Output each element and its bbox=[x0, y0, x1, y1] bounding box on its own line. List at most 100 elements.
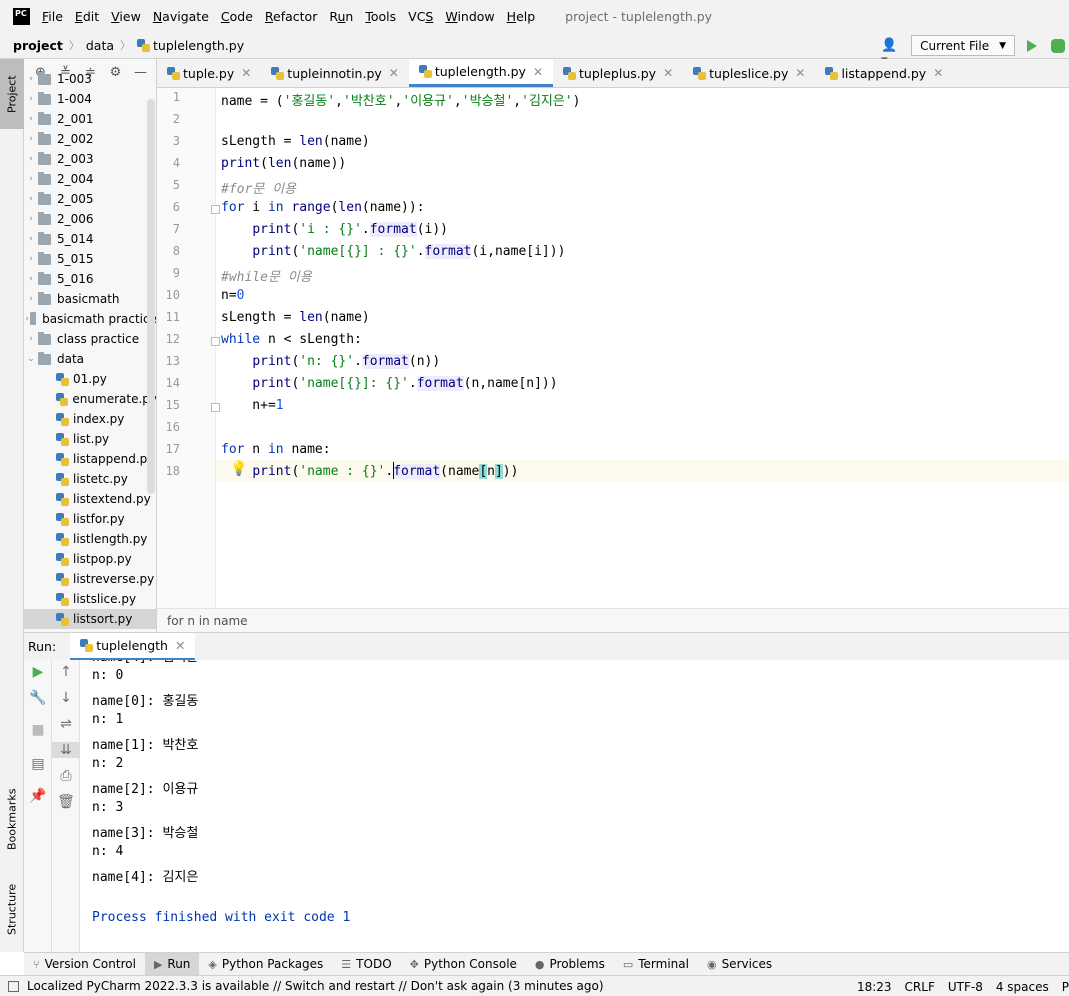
chevron-right-icon[interactable]: › bbox=[24, 334, 38, 344]
breadcrumb-file[interactable]: tuplelength.py bbox=[153, 38, 244, 53]
indent-setting[interactable]: 4 spaces bbox=[996, 980, 1049, 994]
chevron-right-icon[interactable]: › bbox=[24, 294, 38, 304]
run-button[interactable] bbox=[1027, 39, 1037, 52]
tool-window-python-console[interactable]: ✥ Python Console bbox=[401, 953, 526, 976]
tree-folder[interactable]: › basicmath practice bbox=[24, 309, 156, 329]
menu-refactor[interactable]: Refactor bbox=[265, 9, 317, 24]
close-icon[interactable]: ✕ bbox=[175, 638, 185, 653]
arrow-down-icon[interactable]: ↓ bbox=[52, 690, 80, 706]
tool-window-bookmarks[interactable]: Bookmarks bbox=[0, 779, 24, 859]
tool-window-terminal[interactable]: ▭ Terminal bbox=[614, 953, 698, 976]
lightbulb-icon[interactable]: 💡 bbox=[230, 461, 247, 477]
tree-folder[interactable]: › class practice bbox=[24, 329, 156, 349]
code-editor[interactable]: 1 2 3 4 5 6 7 8 9 10 11 12 13 14 15 16 17 18 name = ('홍길동… bbox=[157, 88, 1069, 608]
interpreter-indicator[interactable]: P bbox=[1062, 980, 1069, 994]
tree-folder[interactable]: › basicmath bbox=[24, 289, 156, 309]
tree-file[interactable]: listreverse.py bbox=[24, 569, 156, 589]
close-icon[interactable]: ✕ bbox=[795, 66, 805, 80]
run-console-output[interactable]: name[4]: 김지은 n: 0 name[0]: 홍길동 n: 1 name[1]:… bbox=[80, 660, 1069, 952]
menu-view[interactable]: View bbox=[111, 9, 141, 24]
chevron-right-icon[interactable]: › bbox=[24, 74, 38, 84]
tree-file[interactable]: list.py bbox=[24, 429, 156, 449]
tree-folder[interactable]: › 1-004 bbox=[24, 89, 156, 109]
fold-marker-icon[interactable] bbox=[211, 403, 220, 412]
chevron-right-icon[interactable]: › bbox=[24, 254, 38, 264]
tree-file[interactable]: listpop.py bbox=[24, 549, 156, 569]
layout-icon[interactable]: ▤ bbox=[24, 756, 52, 772]
tree-folder[interactable]: › 2_004 bbox=[24, 169, 156, 189]
chevron-right-icon[interactable]: › bbox=[24, 174, 38, 184]
rerun-icon[interactable]: ▶ bbox=[24, 664, 52, 680]
tree-folder[interactable]: › 5_015 bbox=[24, 249, 156, 269]
close-icon[interactable]: ✕ bbox=[241, 66, 251, 80]
menu-code[interactable]: Code bbox=[221, 9, 253, 24]
chevron-right-icon[interactable]: › bbox=[24, 274, 38, 284]
editor-tab[interactable]: tuple.py ✕ bbox=[157, 59, 261, 87]
breadcrumb-data[interactable]: data bbox=[86, 38, 114, 53]
chevron-right-icon[interactable]: › bbox=[24, 234, 38, 244]
chevron-right-icon[interactable]: › bbox=[24, 154, 38, 164]
tree-file[interactable]: listslice.py bbox=[24, 589, 156, 609]
chevron-right-icon[interactable]: › bbox=[24, 214, 38, 224]
breadcrumb-project[interactable]: project bbox=[13, 38, 63, 53]
close-icon[interactable]: ✕ bbox=[533, 65, 543, 79]
tree-file[interactable]: listextend.py bbox=[24, 489, 156, 509]
menu-window[interactable]: Window bbox=[445, 9, 494, 24]
editor-tab[interactable]: tuplelength.py ✕ bbox=[408, 59, 553, 87]
close-icon[interactable]: ✕ bbox=[933, 66, 943, 80]
wrench-icon[interactable]: 🔧 bbox=[24, 690, 52, 706]
caret-position[interactable]: 18:23 bbox=[857, 980, 892, 994]
tree-folder[interactable]: › 2_003 bbox=[24, 149, 156, 169]
chevron-right-icon[interactable]: › bbox=[24, 114, 38, 124]
debug-button[interactable] bbox=[1051, 38, 1065, 53]
print-icon[interactable]: ⎙ bbox=[52, 768, 80, 784]
run-configuration-select[interactable]: Current File ▼ bbox=[911, 35, 1015, 56]
editor-tab[interactable]: tupleplus.py ✕ bbox=[553, 59, 683, 87]
chevron-right-icon[interactable]: › bbox=[24, 94, 38, 104]
tree-folder[interactable]: › 5_016 bbox=[24, 269, 156, 289]
trash-icon[interactable]: 🗑 bbox=[52, 794, 80, 810]
tree-folder[interactable]: › 2_001 bbox=[24, 109, 156, 129]
tool-window-run[interactable]: ▶ Run bbox=[144, 952, 200, 976]
stop-icon[interactable]: ■ bbox=[24, 722, 52, 738]
tool-window-project[interactable]: Project bbox=[0, 59, 24, 129]
tree-scrollbar[interactable] bbox=[147, 99, 155, 494]
scroll-to-end-icon[interactable]: ⇊ bbox=[52, 742, 80, 758]
tree-file[interactable]: 01.py bbox=[24, 369, 156, 389]
user-account-icon[interactable]: 👤▾ bbox=[881, 38, 903, 68]
tree-folder[interactable]: ⌄ data bbox=[24, 349, 156, 369]
tree-folder[interactable]: › 2_006 bbox=[24, 209, 156, 229]
chevron-right-icon[interactable]: › bbox=[24, 194, 38, 204]
tool-window-version-control[interactable]: ⑂ Version Control bbox=[24, 953, 145, 976]
tree-file[interactable]: listappend.py bbox=[24, 449, 156, 469]
close-icon[interactable]: ✕ bbox=[389, 66, 399, 80]
tree-file[interactable]: enumerate.py bbox=[24, 389, 156, 409]
menu-run[interactable]: Run bbox=[329, 9, 353, 24]
editor-tab[interactable]: tupleinnotin.py ✕ bbox=[261, 59, 409, 87]
menu-file[interactable]: File bbox=[42, 9, 63, 24]
tool-window-structure[interactable]: Structure bbox=[0, 877, 24, 942]
run-tab-tuplelength[interactable]: tuplelength ✕ bbox=[70, 632, 196, 661]
tree-folder[interactable]: › 2_002 bbox=[24, 129, 156, 149]
soft-wrap-icon[interactable]: ⇌ bbox=[52, 716, 80, 732]
pin-icon[interactable]: 📌 bbox=[24, 788, 52, 804]
file-encoding[interactable]: UTF-8 bbox=[948, 980, 983, 994]
chevron-down-icon[interactable]: ⌄ bbox=[24, 354, 38, 364]
tree-file[interactable]: listetc.py bbox=[24, 469, 156, 489]
tree-folder[interactable]: › 1-003 bbox=[24, 69, 156, 89]
close-icon[interactable]: ✕ bbox=[663, 66, 673, 80]
menu-navigate[interactable]: Navigate bbox=[153, 9, 209, 24]
menu-vcs[interactable]: VCS bbox=[408, 9, 433, 24]
tree-file[interactable]: index.py bbox=[24, 409, 156, 429]
tool-window-todo[interactable]: ☰ TODO bbox=[332, 953, 400, 976]
arrow-up-icon[interactable]: ↑ bbox=[52, 664, 80, 680]
line-separator[interactable]: CRLF bbox=[905, 980, 935, 994]
fold-marker-icon[interactable] bbox=[211, 337, 220, 346]
menu-edit[interactable]: Edit bbox=[75, 9, 99, 24]
tree-file[interactable]: listfor.py bbox=[24, 509, 156, 529]
tree-file[interactable]: listlength.py bbox=[24, 529, 156, 549]
editor-tab[interactable]: tupleslice.py ✕ bbox=[683, 59, 815, 87]
tool-window-services[interactable]: ◉ Services bbox=[698, 953, 781, 976]
editor-tab[interactable]: listappend.py ✕ bbox=[815, 59, 953, 87]
tree-file[interactable]: listsort.py bbox=[24, 609, 156, 629]
